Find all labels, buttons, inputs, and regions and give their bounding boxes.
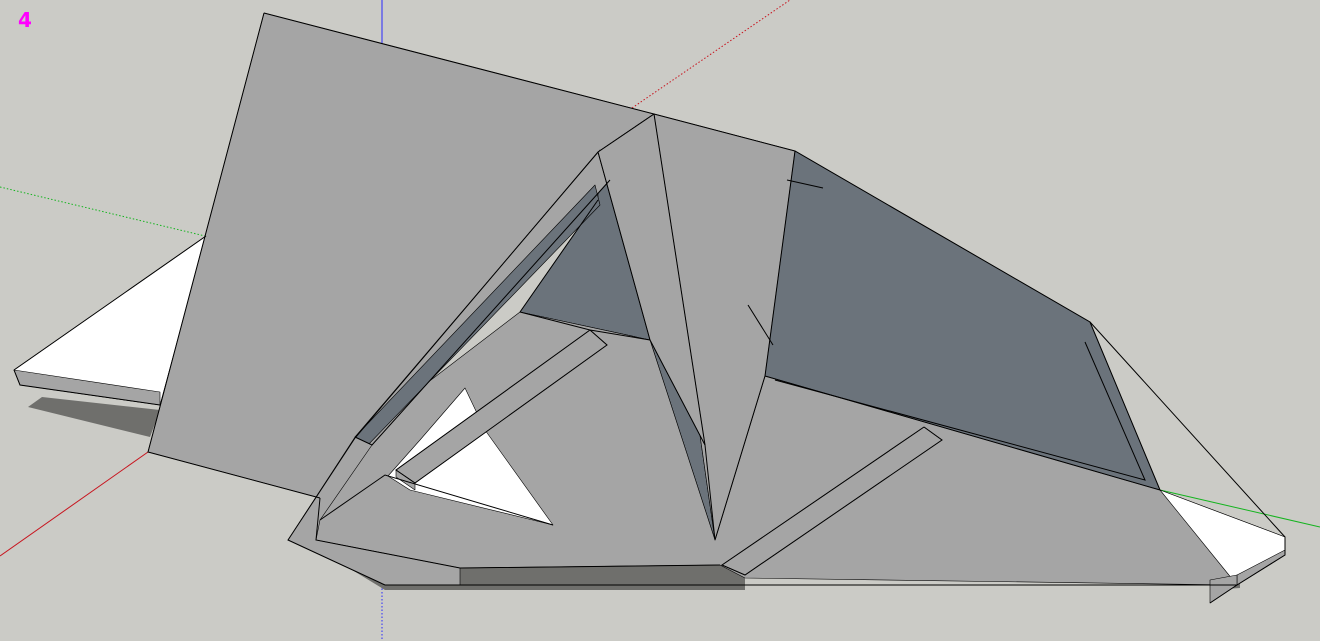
- red-axis-line: [0, 451, 149, 557]
- red-axis-dotted-line: [631, 0, 791, 109]
- right-slab-front-face: [1209, 574, 1238, 604]
- left-slab-shadow: [28, 397, 160, 437]
- green-axis-dotted-line: [0, 186, 206, 237]
- scene-number-label: 4: [18, 8, 32, 32]
- model-canvas[interactable]: [0, 0, 1320, 641]
- sketchup-viewport[interactable]: 4: [0, 0, 1320, 641]
